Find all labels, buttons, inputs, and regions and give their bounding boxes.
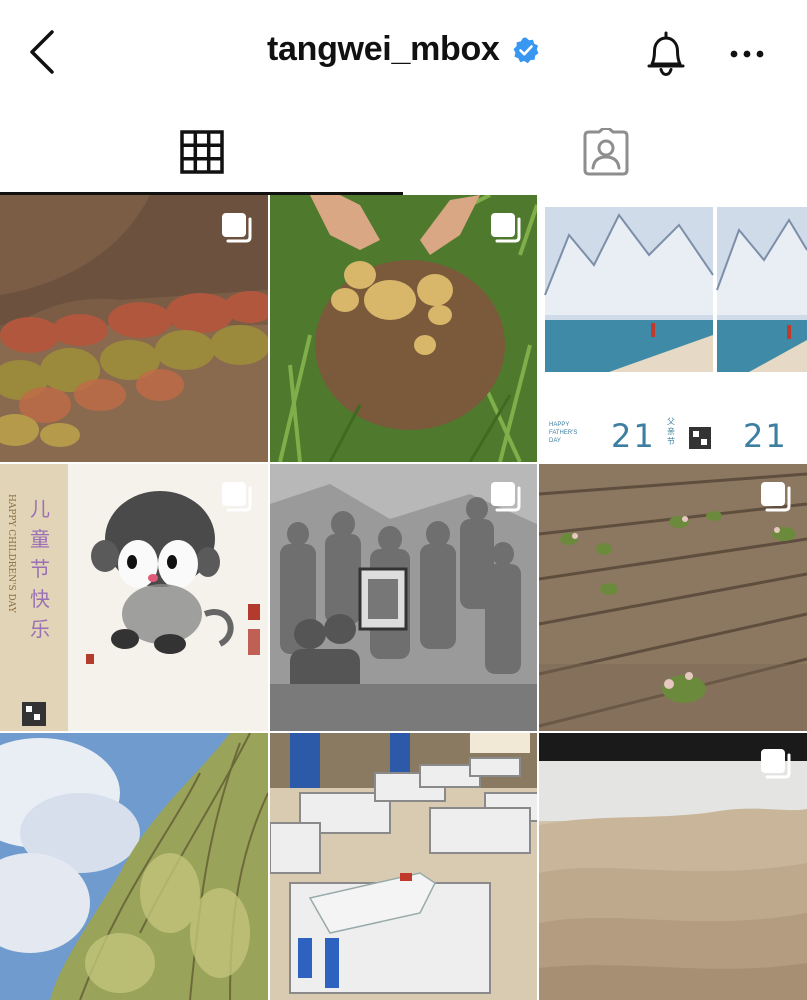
willow-tree-photo — [0, 733, 268, 1000]
more-options-button[interactable] — [725, 40, 769, 68]
post-thumbnail[interactable] — [270, 195, 537, 462]
calendar-number-left: 21 — [611, 417, 656, 455]
post-thumbnail[interactable]: 21 21 HAPPY FATHER'S DAY 父亲节 — [539, 195, 807, 462]
childrens-day-english-text: HAPPY CHILDREN'S DAY — [6, 494, 16, 613]
profile-tabs — [0, 112, 807, 195]
more-horizontal-icon — [730, 50, 764, 58]
verified-badge-icon — [512, 36, 540, 64]
post-thumbnail[interactable] — [270, 733, 537, 1000]
profile-username: tangwei_mbox — [266, 30, 500, 68]
multiple-images-icon — [491, 482, 521, 512]
multiple-images-icon — [222, 213, 252, 243]
grid-icon — [179, 130, 224, 174]
post-thumbnail[interactable] — [270, 464, 537, 731]
post-thumbnail[interactable] — [539, 733, 807, 1000]
tab-tagged[interactable] — [404, 112, 807, 192]
tab-posts-grid[interactable] — [0, 112, 403, 192]
posts-grid: 21 21 HAPPY FATHER'S DAY 父亲节 儿童节快乐 HAPPY… — [0, 195, 807, 1000]
childrens-day-chinese-text: 儿童节快乐 — [30, 497, 50, 641]
multiple-images-icon — [761, 482, 791, 512]
post-thumbnail[interactable] — [539, 464, 807, 731]
notifications-button[interactable] — [640, 28, 692, 80]
post-thumbnail[interactable]: 儿童节快乐 HAPPY CHILDREN'S DAY — [0, 464, 268, 731]
multiple-images-icon — [761, 749, 791, 779]
post-thumbnail[interactable] — [0, 733, 268, 1000]
mattresses-hall-photo — [270, 733, 537, 1000]
calendar-chinese: 父亲节 — [667, 417, 675, 446]
post-thumbnail[interactable] — [0, 195, 268, 462]
calendar-number-right: 21 — [743, 417, 788, 455]
top-bar: tangwei_mbox — [0, 0, 807, 110]
tagged-user-icon — [583, 128, 628, 176]
bell-icon — [647, 31, 685, 77]
multiple-images-icon — [491, 213, 521, 243]
multiple-images-icon — [222, 482, 252, 512]
calendar-greeting: HAPPY FATHER'S DAY — [549, 422, 578, 444]
